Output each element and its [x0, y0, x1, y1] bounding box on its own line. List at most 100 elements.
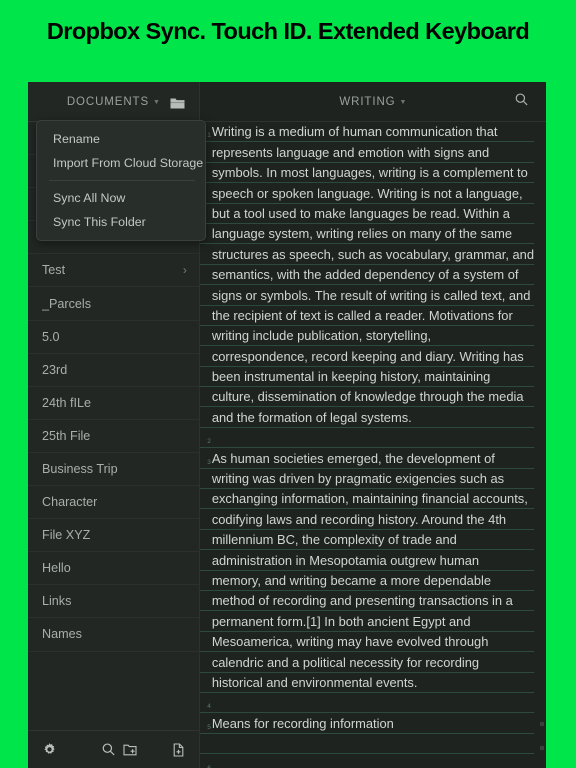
line-number: 4	[207, 703, 211, 711]
document-line[interactable]: symbols. In most languages, writing is a…	[199, 163, 534, 184]
line-text: been instrumental in keeping history, ma…	[211, 369, 491, 385]
document-line[interactable]: but a tool used to make languages be rea…	[199, 204, 534, 224]
document-line[interactable]: exchanging information, maintaining fina…	[199, 489, 534, 510]
sidebar-item-label: 5.0	[42, 329, 60, 344]
sidebar-item-23rd[interactable]: 23rd	[28, 354, 199, 387]
sidebar-item-business-trip[interactable]: Business Trip	[28, 453, 199, 487]
document-line[interactable]: memory, and writing became a more depend…	[199, 571, 534, 591]
line-number: 2	[207, 438, 211, 446]
line-text: writing include publication, storytellin…	[211, 328, 432, 344]
line-text: but a tool used to make languages be rea…	[211, 205, 510, 221]
document-body[interactable]: 1 Writing is a medium of human communicat…	[199, 122, 546, 768]
document-line[interactable]: represents language and emotion with sig…	[199, 142, 534, 163]
document-line[interactable]: method of recording and presenting trans…	[199, 591, 534, 612]
sidebar-item-24th-file[interactable]: 24th fILe	[28, 387, 199, 420]
document-line[interactable]: codifying laws and recording history. Ar…	[199, 509, 534, 530]
search-button[interactable]	[101, 742, 116, 757]
line-text: language system, writing relies on many …	[211, 226, 513, 242]
document-line[interactable]: language system, writing relies on many …	[199, 224, 534, 245]
scroll-indicator[interactable]	[540, 722, 544, 726]
document-line[interactable]: 1 Writing is a medium of human communicat…	[199, 122, 534, 143]
sidebar-item-names[interactable]: Names	[28, 618, 199, 652]
editor-pane: WRITING ▼ 1 Writing is a medium of human …	[199, 82, 546, 768]
sidebar-item-links[interactable]: Links	[28, 585, 199, 619]
line-text: administration in Mesopotamia outgrew hu…	[211, 552, 480, 568]
sidebar-item-label: 23rd	[42, 362, 68, 377]
sidebar-item-5-0[interactable]: 5.0	[28, 321, 199, 354]
line-text: speech or spoken language. Writing is no…	[211, 185, 523, 201]
sidebar-item-test[interactable]: Test ›	[28, 254, 199, 288]
sidebar-item-file-xyz[interactable]: File XYZ	[28, 519, 199, 553]
document-line[interactable]	[199, 734, 534, 755]
line-text: Mesoamerica, writing may have evolved th…	[211, 634, 489, 650]
document-line[interactable]: 2	[199, 428, 534, 449]
new-folder-button[interactable]	[123, 743, 137, 757]
document-line[interactable]: correspondence, record keeping and diary…	[199, 346, 534, 367]
document-line[interactable]: 4	[199, 693, 534, 714]
folder-icon[interactable]	[170, 96, 185, 108]
document-line[interactable]: 3 As human societies emerged, the develop…	[199, 448, 534, 469]
search-icon[interactable]	[514, 92, 529, 112]
document-line[interactable]: administration in Mesopotamia outgrew hu…	[199, 550, 534, 571]
sidebar-header[interactable]: DOCUMENTS ▼	[28, 82, 199, 122]
line-text: correspondence, record keeping and diary…	[211, 348, 524, 364]
sidebar-item-25th-file[interactable]: 25th File	[28, 420, 199, 453]
menu-item-import-from-cloud-storage[interactable]: Import From Cloud Storage	[37, 151, 205, 175]
sidebar-title: DOCUMENTS	[66, 95, 150, 108]
line-text: As human societies emerged, the developm…	[211, 450, 495, 466]
line-text: writing was driven by pragmatic exigenci…	[211, 471, 505, 487]
page-title: Dropbox Sync. Touch ID. Extended Keyboar…	[46, 18, 530, 44]
sidebar-item-hello[interactable]: Hello	[28, 552, 199, 586]
sidebar-item-character[interactable]: Character	[28, 486, 199, 520]
document-line[interactable]: speech or spoken language. Writing is no…	[199, 183, 534, 204]
sidebar-item-label: Test	[42, 263, 66, 278]
line-text: represents language and emotion with sig…	[211, 144, 490, 160]
sidebar-item-label: _Parcels	[42, 296, 91, 311]
document-line[interactable]: 5 Means for recording information	[199, 713, 534, 734]
menu-item-sync-this-folder[interactable]: Sync This Folder	[37, 210, 205, 234]
sidebar-item-label: Business Trip	[42, 461, 118, 476]
document-line[interactable]: writing include publication, storytellin…	[199, 326, 534, 347]
line-text: calendric and a political necessity for …	[211, 654, 480, 670]
line-text: permanent form.[1] In both ancient Egypt…	[211, 613, 471, 629]
document-line[interactable]: historical and environmental events.	[199, 673, 534, 693]
editor-header[interactable]: WRITING ▼	[199, 82, 546, 122]
document-line[interactable]: signs or symbols. The result of writing …	[199, 285, 534, 306]
document-line[interactable]: Mesoamerica, writing may have evolved th…	[199, 632, 534, 653]
line-text: Writing is a medium of human communicati…	[211, 124, 498, 140]
new-file-button[interactable]	[172, 742, 185, 757]
line-number: 3	[207, 458, 211, 466]
document-line[interactable]: been instrumental in keeping history, ma…	[199, 367, 534, 388]
sidebar-item-label: Names	[42, 627, 82, 642]
scroll-indicator[interactable]	[540, 746, 544, 750]
menu-item-sync-all-now[interactable]: Sync All Now	[37, 186, 205, 210]
sidebar-toolbar	[28, 730, 199, 768]
document-line[interactable]: permanent form.[1] In both ancient Egypt…	[199, 611, 534, 632]
line-text: historical and environmental events.	[211, 674, 418, 690]
sidebar-item-label: File XYZ	[42, 528, 91, 543]
menu-item-rename[interactable]: Rename	[37, 127, 205, 151]
line-text: signs or symbols. The result of writing …	[211, 287, 531, 303]
document-line[interactable]: calendric and a political necessity for …	[199, 652, 534, 673]
document-line[interactable]: and the formation of legal systems.	[199, 407, 534, 428]
sidebar-item-label: Links	[42, 594, 72, 609]
sidebar-item-parcels[interactable]: _Parcels	[28, 287, 199, 321]
line-text: and the formation of legal systems.	[211, 409, 412, 425]
menu-separator	[49, 180, 195, 181]
line-text: semantics, with the added dependency of …	[211, 267, 519, 283]
sidebar: DOCUMENTS ▼ Home›Office›Reading Lists›Ta…	[28, 82, 206, 768]
document-line[interactable]: semantics, with the added dependency of …	[199, 265, 534, 286]
document-line[interactable]: 6	[200, 754, 534, 768]
document-line[interactable]: writing was driven by pragmatic exigenci…	[199, 469, 534, 490]
document-line[interactable]: millennium BC, the complexity of trade a…	[199, 530, 534, 551]
document-line[interactable]: culture, dissemination of knowledge thro…	[199, 387, 534, 408]
app-window: DOCUMENTS ▼ Home›Office›Reading Lists›Ta…	[28, 82, 546, 768]
sidebar-item-label: 25th File	[42, 428, 91, 443]
line-text: memory, and writing became a more depend…	[211, 572, 492, 588]
documents-context-menu[interactable]: Rename Import From Cloud Storage Sync All …	[36, 120, 206, 241]
document-line[interactable]: the recipient of text is called a reader…	[199, 306, 534, 326]
line-text: symbols. In most languages, writing is a…	[211, 165, 528, 181]
document-line[interactable]: structures as speech, such as vocabulary…	[199, 244, 534, 265]
settings-button[interactable]	[42, 742, 57, 757]
editor-title: WRITING	[339, 95, 396, 108]
